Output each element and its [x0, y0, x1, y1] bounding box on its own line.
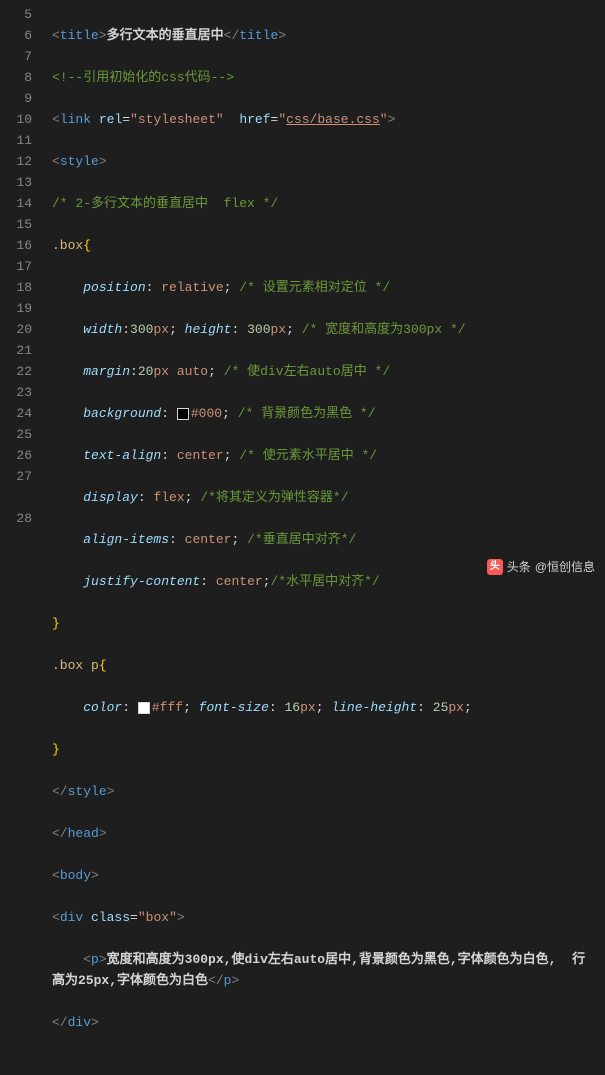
code-line[interactable]: display: flex; /*将其定义为弹性容器*/: [52, 487, 605, 508]
watermark-prefix: 头条: [507, 558, 531, 575]
code-line[interactable]: <title>多行文本的垂直居中</title>: [52, 25, 605, 46]
code-line[interactable]: <style>: [52, 151, 605, 172]
code-line[interactable]: background: #000; /* 背景颜色为黑色 */: [52, 403, 605, 424]
line-number: 14: [0, 193, 32, 214]
line-number: 13: [0, 172, 32, 193]
code-line[interactable]: <!--引用初始化的css代码-->: [52, 67, 605, 88]
line-number: 11: [0, 130, 32, 151]
watermark: 头 头条 @恒创信息: [487, 558, 595, 575]
line-number: 17: [0, 256, 32, 277]
code-line[interactable]: text-align: center; /* 使元素水平居中 */: [52, 445, 605, 466]
line-number: 20: [0, 319, 32, 340]
line-number: 23: [0, 382, 32, 403]
code-editor[interactable]: 5 6 7 8 9 10 11 12 13 14 15 16 17 18 19 …: [0, 0, 605, 581]
code-line[interactable]: /* 2-多行文本的垂直居中 flex */: [52, 193, 605, 214]
line-number: 26: [0, 445, 32, 466]
code-line[interactable]: .box{: [52, 235, 605, 256]
code-line[interactable]: position: relative; /* 设置元素相对定位 */: [52, 277, 605, 298]
color-swatch-icon: [138, 702, 150, 714]
line-number: 22: [0, 361, 32, 382]
line-number: 18: [0, 277, 32, 298]
code-line[interactable]: }: [52, 613, 605, 634]
code-line[interactable]: <p>宽度和高度为300px,使div左右auto居中,背景颜色为黑色,字体颜色…: [52, 949, 592, 991]
code-line[interactable]: <link rel="stylesheet" href="css/base.cs…: [52, 109, 605, 130]
line-number: 25: [0, 424, 32, 445]
line-number: 6: [0, 25, 32, 46]
watermark-author: @恒创信息: [535, 558, 595, 575]
line-number: 16: [0, 235, 32, 256]
line-number: 21: [0, 340, 32, 361]
line-number: 27: [0, 466, 32, 508]
color-swatch-icon: [177, 408, 189, 420]
code-line[interactable]: </head>: [52, 823, 605, 844]
code-line[interactable]: </div>: [52, 1012, 605, 1033]
line-number: 19: [0, 298, 32, 319]
code-line[interactable]: .box p{: [52, 655, 605, 676]
code-line[interactable]: margin:20px auto; /* 使div左右auto居中 */: [52, 361, 605, 382]
line-number: 9: [0, 88, 32, 109]
code-line[interactable]: color: #fff; font-size: 16px; line-heigh…: [52, 697, 605, 718]
line-number: 7: [0, 46, 32, 67]
code-line[interactable]: }: [52, 739, 605, 760]
code-area[interactable]: <title>多行文本的垂直居中</title> <!--引用初始化的css代码…: [42, 0, 605, 581]
line-number: 5: [0, 4, 32, 25]
code-line[interactable]: <div class="box">: [52, 907, 605, 928]
line-number: 8: [0, 67, 32, 88]
code-line[interactable]: <body>: [52, 865, 605, 886]
line-number: 10: [0, 109, 32, 130]
line-number: 12: [0, 151, 32, 172]
code-line[interactable]: </style>: [52, 781, 605, 802]
line-number: 15: [0, 214, 32, 235]
line-number: 24: [0, 403, 32, 424]
code-line[interactable]: align-items: center; /*垂直居中对齐*/: [52, 529, 605, 550]
line-number-gutter: 5 6 7 8 9 10 11 12 13 14 15 16 17 18 19 …: [0, 0, 42, 581]
toutiao-logo-icon: 头: [487, 559, 503, 575]
line-number: 28: [0, 508, 32, 529]
code-line[interactable]: width:300px; height: 300px; /* 宽度和高度为300…: [52, 319, 605, 340]
